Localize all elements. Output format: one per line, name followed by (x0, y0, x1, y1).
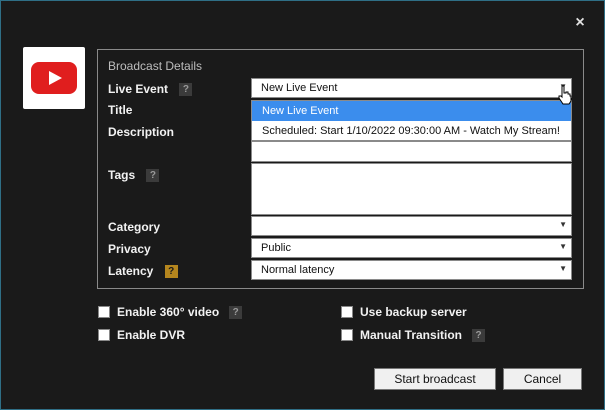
privacy-value: Public (261, 242, 291, 254)
dropdown-option[interactable]: Scheduled: Start 1/10/2022 09:30:00 AM -… (252, 121, 571, 141)
live-event-label-row: Live Event ? (108, 82, 193, 97)
description-field[interactable] (251, 141, 572, 162)
tags-label-row: Tags ? (108, 168, 160, 183)
enable-360-checkbox[interactable]: Enable 360° video ? (98, 305, 243, 319)
broadcast-details-panel: Broadcast Details Live Event ? New Live … (97, 49, 584, 289)
manual-transition-checkbox[interactable]: Manual Transition ? (341, 328, 486, 342)
help-icon[interactable]: ? (146, 169, 160, 183)
dropdown-option[interactable]: New Live Event (252, 101, 571, 121)
chevron-down-icon[interactable]: ▼ (559, 220, 567, 229)
tags-field[interactable] (251, 163, 572, 215)
manual-transition-label: Manual Transition (360, 328, 463, 342)
live-event-dropdown-list: New Live Event Scheduled: Start 1/10/202… (251, 100, 572, 141)
help-icon[interactable]: ? (179, 83, 193, 97)
close-icon[interactable]: × (572, 15, 588, 31)
category-select[interactable]: ▼ (251, 216, 572, 236)
cancel-button[interactable]: Cancel (503, 368, 582, 390)
enable-dvr-label: Enable DVR (117, 328, 186, 342)
chevron-down-icon[interactable]: ▼ (559, 242, 567, 251)
start-broadcast-button[interactable]: Start broadcast (374, 368, 496, 390)
chevron-down-icon[interactable]: ▼ (559, 264, 567, 273)
live-event-label: Live Event (108, 82, 169, 96)
help-icon[interactable]: ? (229, 305, 243, 319)
help-icon[interactable]: ? (164, 265, 178, 279)
latency-value: Normal latency (261, 264, 335, 276)
title-label: Title (108, 103, 133, 117)
use-backup-checkbox[interactable]: Use backup server (341, 305, 467, 319)
category-label: Category (108, 220, 161, 234)
checkbox-box[interactable] (98, 329, 110, 341)
latency-label: Latency (108, 264, 154, 278)
enable-dvr-checkbox[interactable]: Enable DVR (98, 328, 185, 342)
live-event-value: New Live Event (261, 82, 338, 94)
tags-label: Tags (108, 168, 136, 182)
privacy-label: Privacy (108, 242, 151, 256)
hand-cursor-icon (558, 85, 572, 105)
latency-select[interactable]: Normal latency ▼ (251, 260, 572, 280)
section-title: Broadcast Details (108, 59, 203, 73)
description-label: Description (108, 125, 175, 139)
youtube-play-icon (31, 62, 77, 94)
checkbox-box[interactable] (98, 306, 110, 318)
checkbox-box[interactable] (341, 306, 353, 318)
youtube-logo (23, 47, 85, 109)
checkbox-box[interactable] (341, 329, 353, 341)
enable-360-label: Enable 360° video (117, 305, 220, 319)
live-event-select[interactable]: New Live Event ▼ (251, 78, 572, 98)
help-icon[interactable]: ? (472, 328, 486, 342)
use-backup-label: Use backup server (360, 305, 467, 319)
broadcast-dialog: × Broadcast Details Live Event ? New Liv… (0, 0, 605, 410)
latency-label-row: Latency ? (108, 264, 178, 279)
privacy-select[interactable]: Public ▼ (251, 238, 572, 258)
